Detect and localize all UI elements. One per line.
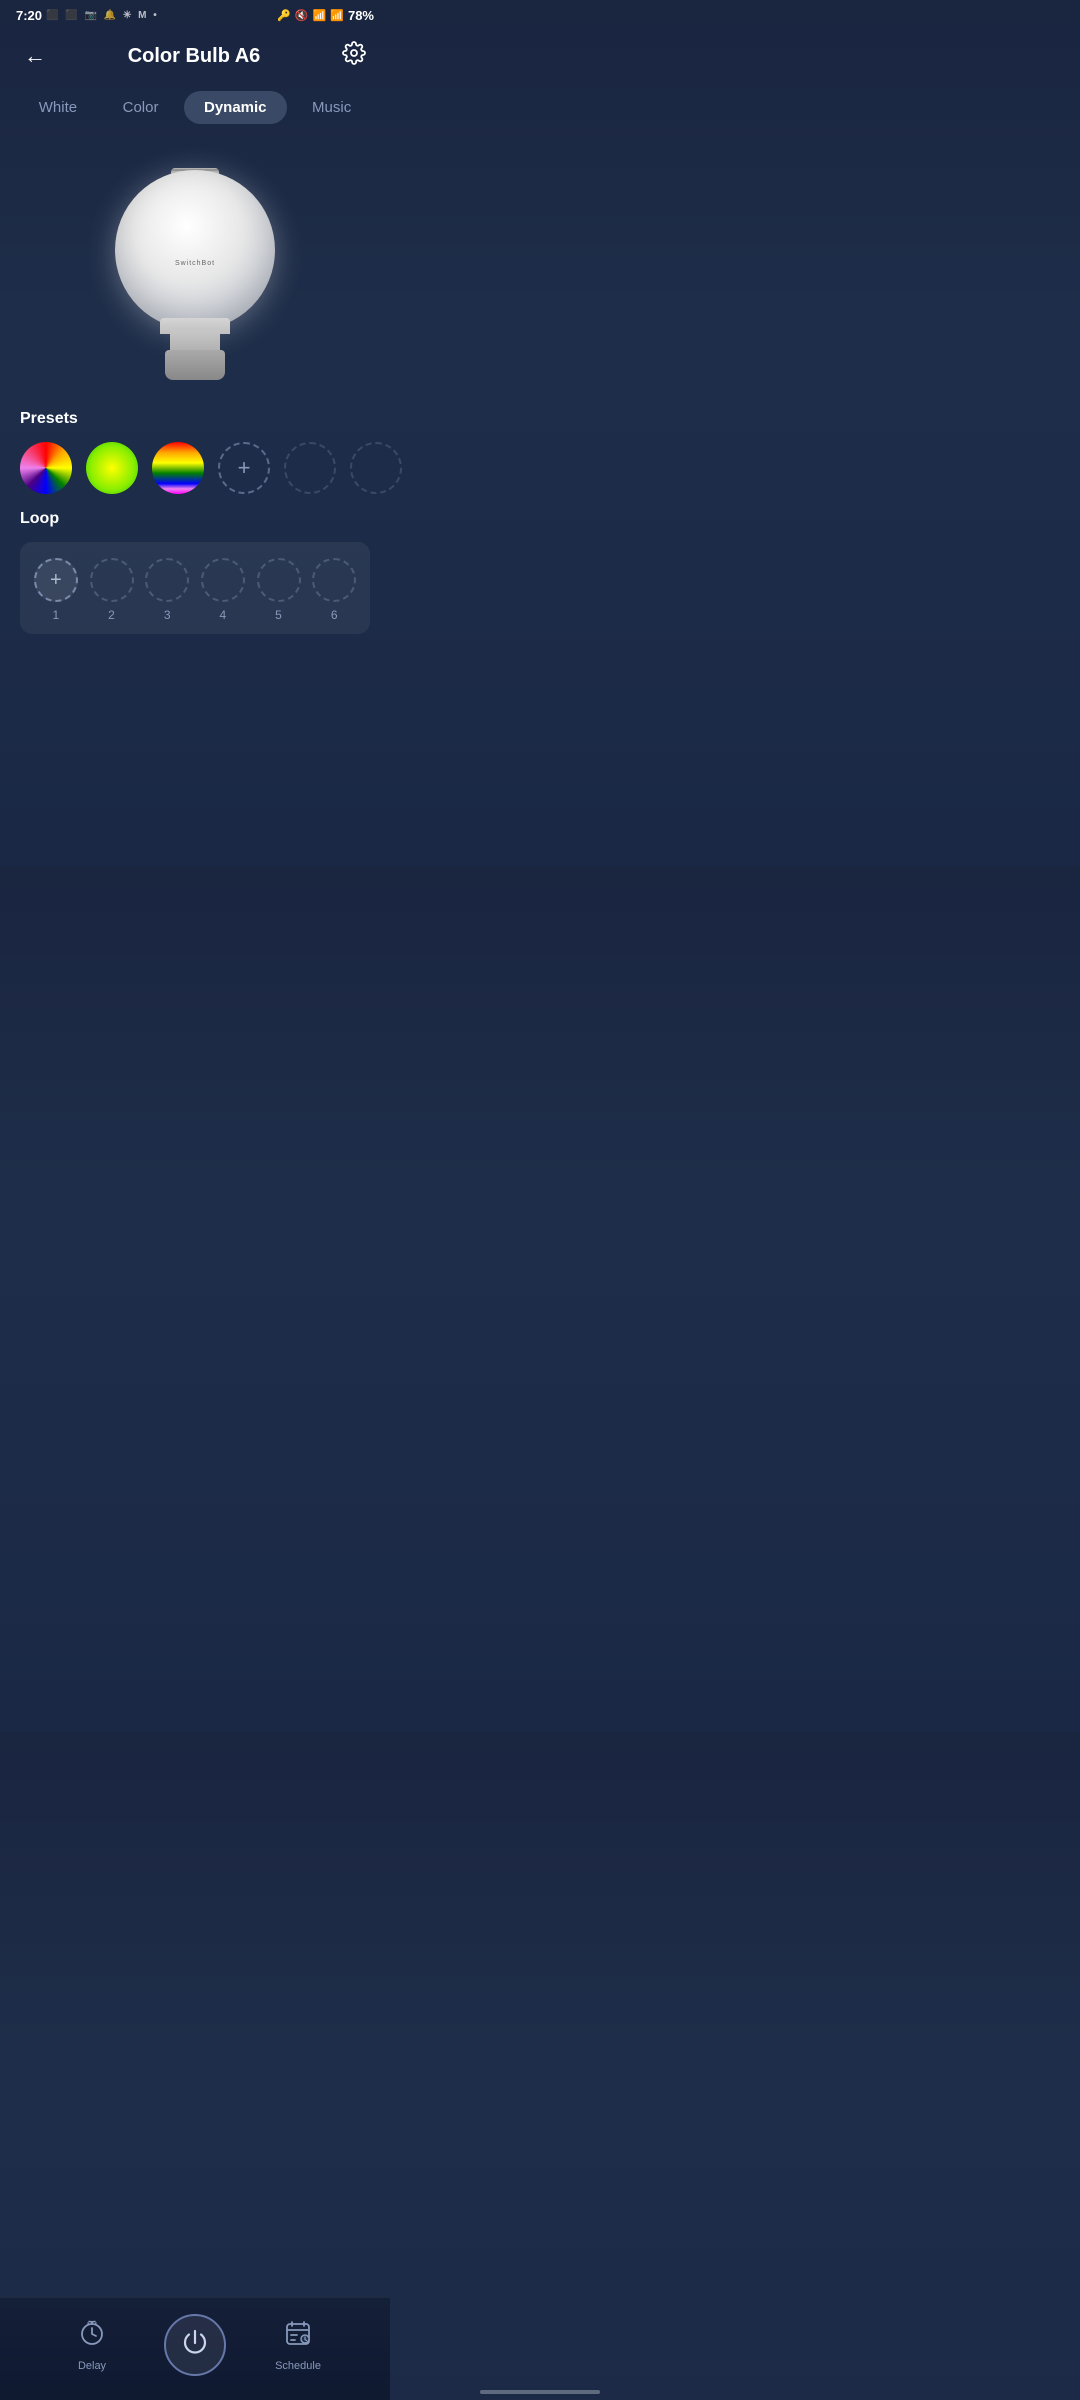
loop-title: Loop [20,510,370,528]
status-bar: 7:20 ⬛ ⬛ 📷 🔔 ✳ M • 🔑 🔇 📶 📶 78% [0,0,390,29]
settings-icon [342,41,366,71]
preset-item-3[interactable] [152,442,204,494]
tab-white[interactable]: White [19,91,97,124]
loop-row: + 1 2 3 4 [32,558,358,622]
loop-add-button[interactable]: + [34,558,78,602]
preset-item-1[interactable] [20,442,72,494]
tab-dynamic[interactable]: Dynamic [184,91,287,124]
bulb-globe: SwitchBot [115,170,275,330]
loop-label-1: 1 [52,608,59,622]
status-icons: ⬛ ⬛ 📷 🔔 ✳ M • [46,10,159,21]
status-time-area: 7:20 ⬛ ⬛ 📷 🔔 ✳ M • [16,8,159,23]
status-battery: 78% [348,8,374,23]
delay-icon [78,2319,106,2354]
schedule-icon [284,2319,312,2354]
power-button[interactable] [164,2314,226,2376]
schedule-nav-item[interactable]: Schedule [226,2319,370,2372]
back-icon: ← [24,43,46,69]
bulb-brand-label: SwitchBot [175,260,215,267]
delay-nav-item[interactable]: Delay [20,2319,164,2372]
loop-slot-4: 4 [199,558,247,622]
loop-label-3: 3 [164,608,171,622]
plus-icon: + [238,455,251,481]
status-time: 7:20 [16,8,42,23]
status-key-icon: 🔑 [277,9,291,22]
bulb-base [165,350,225,380]
presets-row: + [20,442,370,494]
loop-empty-5 [257,558,301,602]
page-title: Color Bulb A6 [50,45,338,68]
schedule-label: Schedule [275,2360,321,2372]
status-wifi-icon: 📶 [313,9,327,22]
loop-slot-5: 5 [255,558,303,622]
loop-label-5: 5 [275,608,282,622]
tab-bar: White Color Dynamic Music [0,87,390,140]
preset-empty-2 [350,442,402,494]
loop-empty-3 [145,558,189,602]
header: ← Color Bulb A6 [0,29,390,87]
bottom-nav: Delay Schedule [0,2297,390,2400]
power-icon [180,2327,210,2364]
loop-slot-2: 2 [88,558,136,622]
loop-slot-6: 6 [310,558,358,622]
bulb-neck [170,330,220,352]
loop-label-6: 6 [331,608,338,622]
presets-section: Presets + [0,410,390,510]
preset-add-button[interactable]: + [218,442,270,494]
loop-slot-3: 3 [143,558,191,622]
bulb-image: SwitchBot [105,160,285,380]
loop-slot-1[interactable]: + 1 [32,558,80,622]
loop-label-2: 2 [108,608,115,622]
loop-plus-icon: + [50,569,62,592]
presets-title: Presets [20,410,370,428]
tab-music[interactable]: Music [292,91,371,124]
preset-empty-1 [284,442,336,494]
home-indicator [480,2390,600,2394]
status-right-area: 🔑 🔇 📶 📶 78% [277,8,374,23]
loop-container: + 1 2 3 4 [20,542,370,634]
preset-item-2[interactable] [86,442,138,494]
loop-label-4: 4 [220,608,227,622]
loop-empty-2 [90,558,134,602]
loop-empty-4 [201,558,245,602]
loop-empty-6 [312,558,356,602]
delay-label: Delay [78,2360,106,2372]
settings-button[interactable] [338,37,370,75]
back-button[interactable]: ← [20,39,50,73]
status-signal-icon: 📶 [330,9,344,22]
status-mute-icon: 🔇 [295,9,309,22]
bulb-display: SwitchBot [0,140,390,410]
loop-section: Loop + 1 2 3 [0,510,390,650]
tab-color[interactable]: Color [103,91,179,124]
